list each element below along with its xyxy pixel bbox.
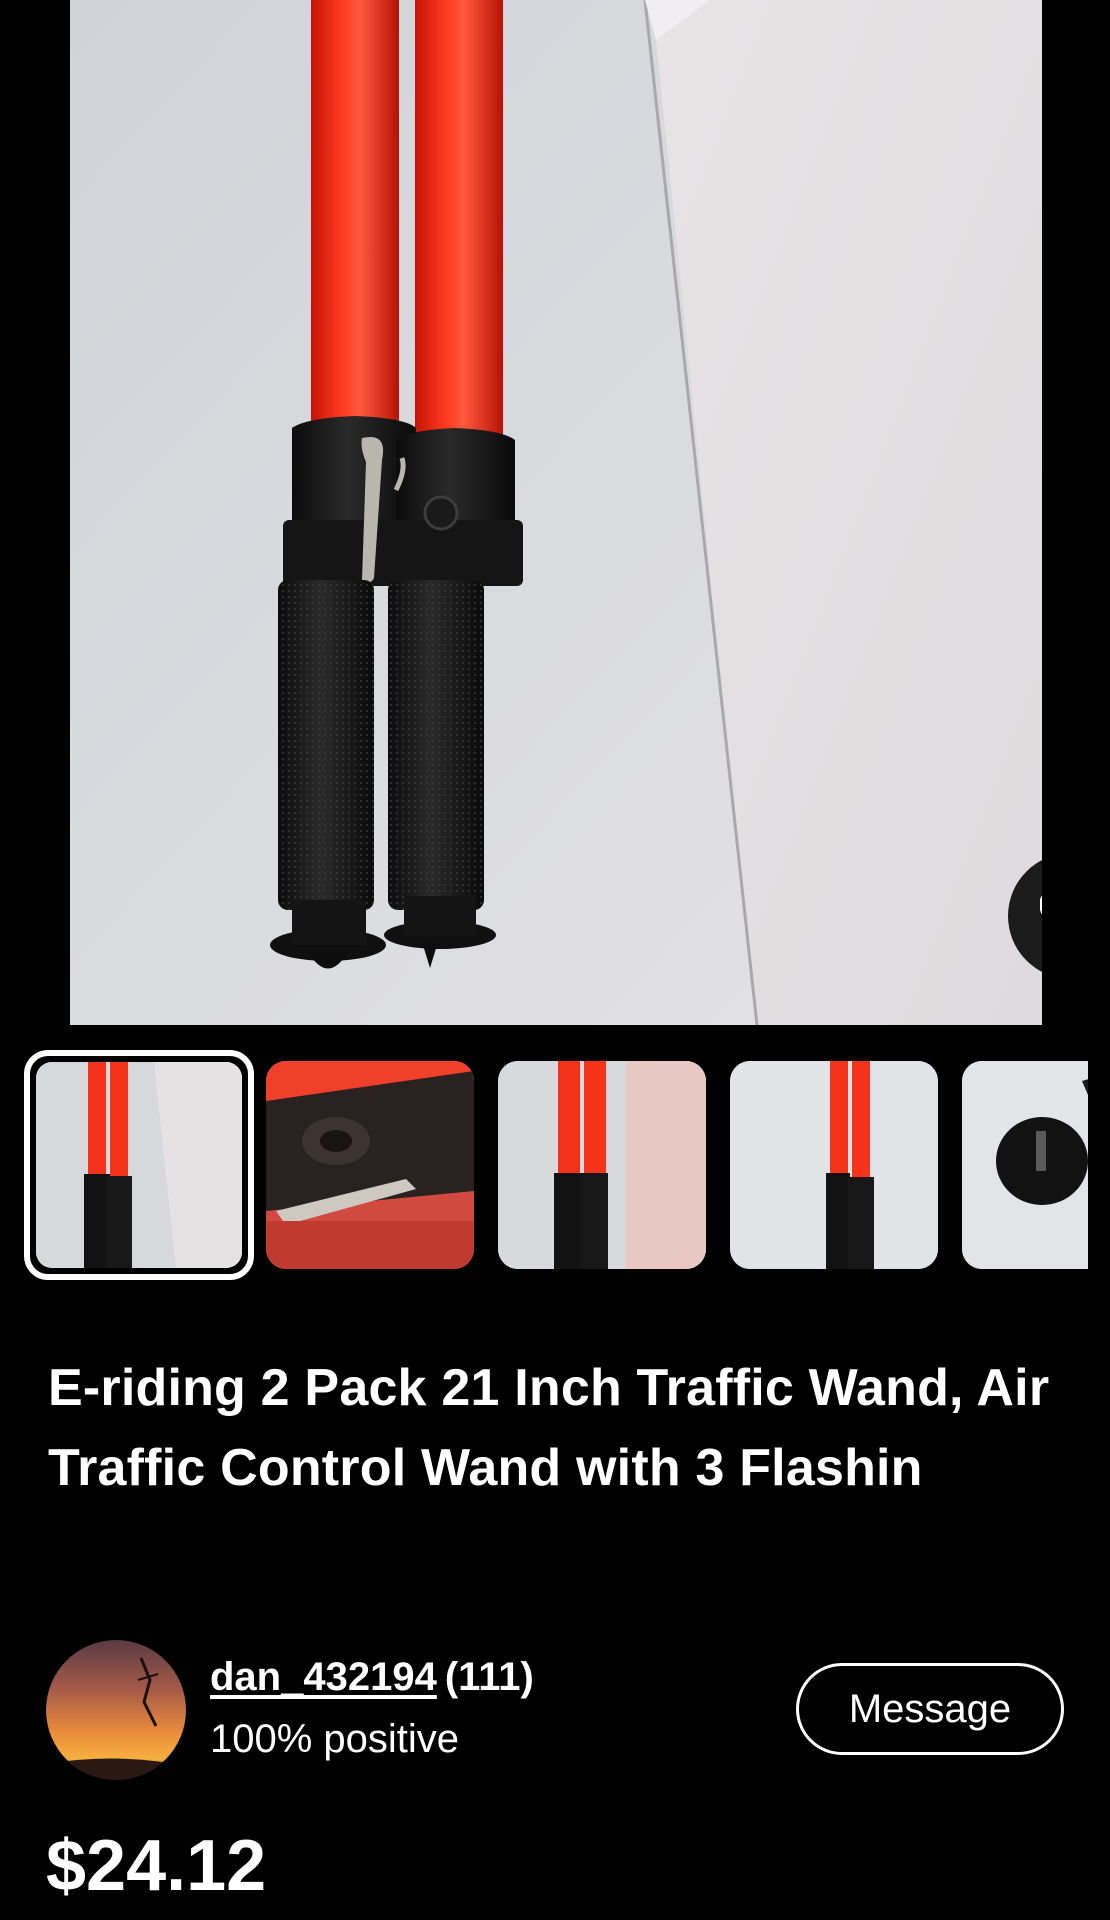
seller-username-link[interactable]: dan_432194: [210, 1655, 437, 1699]
thumbnail-4[interactable]: [730, 1061, 938, 1269]
thumbnail-image: [266, 1061, 474, 1269]
thumbnail-image: [962, 1061, 1088, 1269]
seller-feedback-count: (111): [444, 1655, 534, 1699]
listing-price: $24.12: [46, 1826, 267, 1906]
photo-thumbnail-strip[interactable]: [24, 1050, 1088, 1280]
seller-info: dan_432194 (111): [210, 1652, 534, 1702]
sunset-avatar-image: [46, 1640, 186, 1780]
thumbnail-1[interactable]: [24, 1050, 254, 1280]
heart-outline-icon: [1040, 895, 1042, 914]
listing-title: E-riding 2 Pack 21 Inch Traffic Wand, Ai…: [48, 1359, 1050, 1497]
message-seller-button[interactable]: Message: [796, 1663, 1064, 1755]
main-product-photo[interactable]: [70, 0, 1042, 1025]
thumbnail-3[interactable]: [498, 1061, 706, 1269]
seller-avatar[interactable]: [46, 1640, 186, 1780]
seller-feedback-percent: 100% positive: [210, 1717, 460, 1761]
thumbnail-image: [498, 1061, 706, 1269]
traffic-wands-photo: [70, 0, 1042, 1025]
thumbnail-image: [36, 1062, 242, 1268]
thumbnail-image: [730, 1061, 938, 1269]
thumbnail-2[interactable]: [266, 1061, 474, 1269]
thumbnail-5[interactable]: [962, 1061, 1088, 1269]
